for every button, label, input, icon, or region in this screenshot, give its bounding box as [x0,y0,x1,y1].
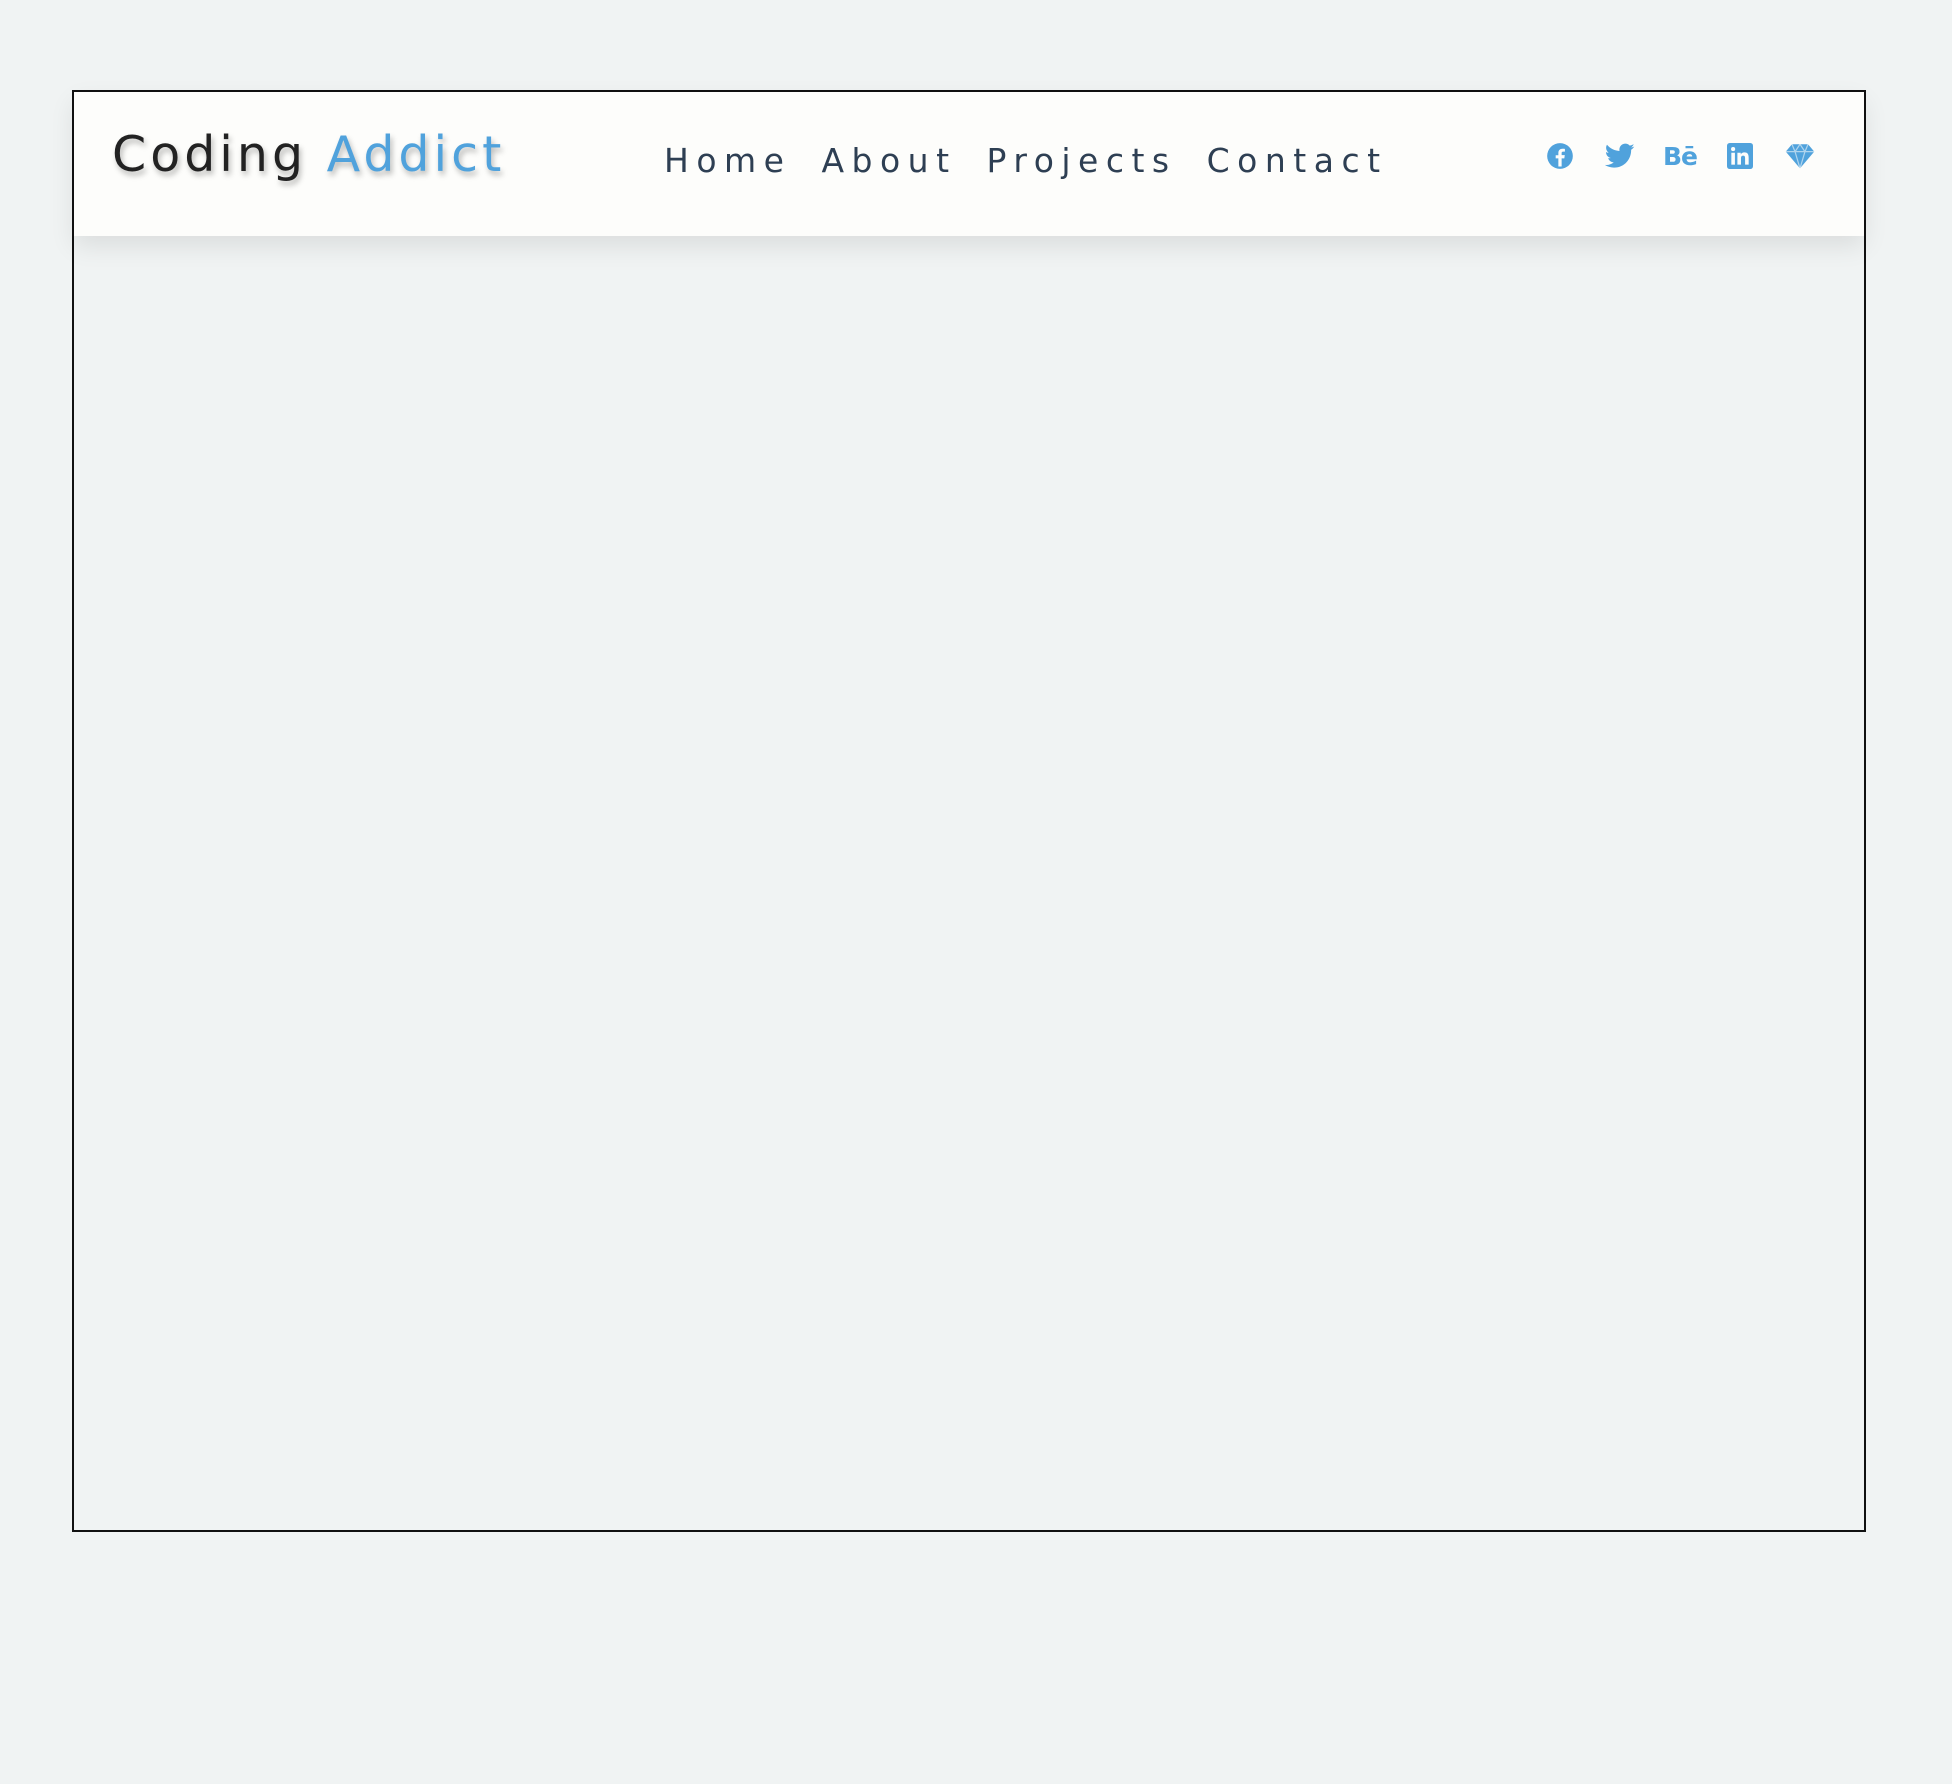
linkedin-icon[interactable] [1724,140,1756,172]
logo-second-word: Addict [326,126,506,183]
twitter-icon[interactable] [1604,140,1636,172]
behance-glyph: Bē [1663,141,1698,171]
navbar: Coding Addict Home About Projects Contac… [74,92,1864,236]
nav-link-home[interactable]: Home [664,144,791,177]
social-links: Bē [1544,140,1816,172]
logo[interactable]: Coding Addict [112,130,505,179]
nav-links: Home About Projects Contact [664,144,1388,177]
sketch-icon[interactable] [1784,140,1816,172]
facebook-icon[interactable] [1544,140,1576,172]
logo-first-word: Coding [112,126,308,183]
nav-link-projects[interactable]: Projects [987,144,1177,177]
page-frame: Coding Addict Home About Projects Contac… [72,90,1866,1532]
behance-icon[interactable]: Bē [1663,140,1698,172]
nav-link-contact[interactable]: Contact [1207,144,1388,177]
nav-link-about[interactable]: About [821,144,956,177]
